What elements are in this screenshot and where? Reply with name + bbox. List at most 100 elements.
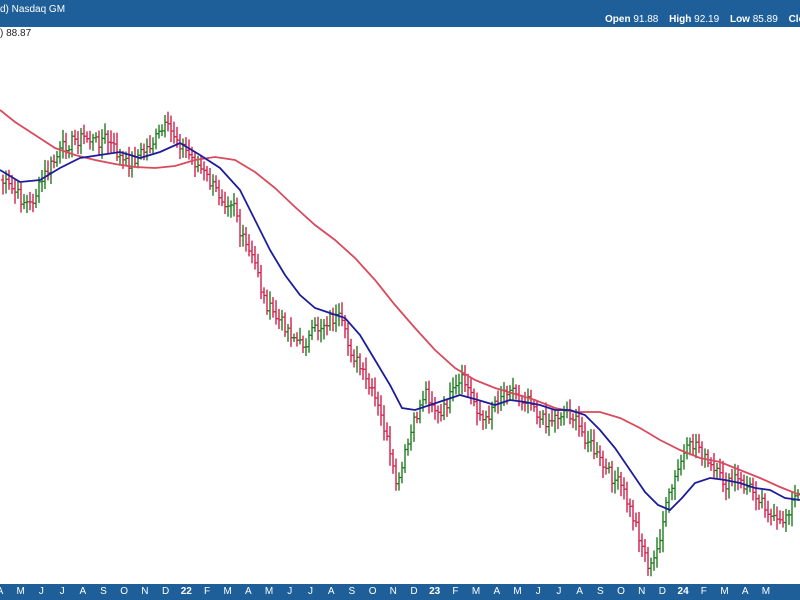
- price-bar-up: [298, 327, 302, 345]
- price-bar-down: [598, 445, 602, 467]
- x-tick-label: J: [287, 586, 293, 597]
- price-bar-up: [43, 159, 47, 189]
- price-bar-down: [700, 441, 704, 466]
- price-bar-down: [379, 395, 383, 426]
- x-tick-label: A: [245, 586, 252, 597]
- price-bar-up: [454, 374, 458, 395]
- price-bar-up: [229, 200, 233, 218]
- x-tick-label: F: [203, 586, 211, 597]
- price-bar-down: [625, 481, 629, 513]
- price-bar-down: [763, 493, 767, 518]
- price-bar-down: [295, 332, 299, 347]
- price-bar-down: [64, 132, 68, 159]
- price-bar-down: [277, 308, 281, 329]
- price-bar-down: [274, 300, 278, 325]
- price-bar-down: [604, 458, 608, 475]
- moving-average-short-line: [0, 141, 800, 512]
- price-bar-up: [334, 304, 338, 332]
- price-bar-down: [730, 468, 734, 487]
- price-bar-up: [151, 137, 155, 154]
- price-bar-down: [220, 189, 224, 207]
- high-value: 92.19: [694, 14, 720, 25]
- price-bar-down: [478, 401, 482, 421]
- price-bar-up: [154, 128, 158, 150]
- price-bar-up: [661, 511, 665, 553]
- price-bar-down: [751, 477, 755, 501]
- x-tick-label: 23: [429, 586, 441, 597]
- price-bar-up: [760, 490, 764, 509]
- x-tick-label: A: [741, 586, 749, 597]
- price-bar-down: [289, 317, 293, 347]
- price-bar-down: [634, 512, 638, 528]
- price-bar-down: [256, 253, 260, 278]
- price-bar-up: [286, 324, 290, 342]
- price-bar-down: [577, 406, 581, 437]
- price-bar-down: [427, 380, 431, 414]
- price-bar-down: [487, 405, 491, 424]
- price-bar-down: [361, 362, 365, 380]
- price-bar-down: [631, 499, 635, 531]
- price-bar-up: [79, 128, 83, 155]
- x-tick-label: N: [389, 586, 397, 597]
- price-bar-up: [61, 129, 65, 159]
- price-bar-down: [19, 182, 23, 213]
- price-bar-down: [472, 388, 476, 407]
- price-bar-up: [136, 149, 140, 169]
- price-bar-up: [307, 330, 311, 353]
- price-bar-up: [91, 133, 95, 151]
- price-bar-down: [172, 121, 176, 144]
- price-bar-down: [433, 397, 437, 420]
- price-bar-up: [787, 509, 791, 525]
- price-bar-down: [358, 353, 362, 376]
- price-bar-down: [463, 365, 467, 392]
- price-bar-down: [697, 433, 701, 454]
- price-bar-down: [628, 498, 632, 517]
- price-bar-down: [340, 302, 344, 327]
- price-bar-down: [106, 130, 110, 153]
- price-bar-down: [82, 124, 86, 145]
- price-bar-up: [457, 373, 461, 395]
- x-tick-label: S: [348, 586, 356, 597]
- price-bar-up: [103, 123, 107, 144]
- price-bar-up: [490, 401, 494, 430]
- price-bar-up: [403, 444, 407, 473]
- price-bar-up: [418, 399, 422, 424]
- price-bar-down: [754, 481, 758, 511]
- price-bar-down: [592, 429, 596, 460]
- price-bar-up: [694, 433, 698, 459]
- price-bar-up: [181, 138, 185, 158]
- price-bar-up: [685, 437, 689, 460]
- high-label: High: [669, 14, 692, 25]
- price-bar-down: [193, 151, 197, 177]
- price-bar-down: [619, 471, 623, 497]
- price-bar-down: [127, 146, 131, 177]
- price-chart: [0, 109, 800, 577]
- price-bar-down: [640, 533, 644, 557]
- price-bar-down: [706, 449, 710, 468]
- price-bar-down: [46, 160, 50, 181]
- price-bar-up: [682, 444, 686, 470]
- price-bar-down: [301, 335, 305, 353]
- price-bar-up: [397, 472, 401, 491]
- moving-average-long-line: [0, 109, 800, 496]
- price-bar-up: [664, 497, 668, 527]
- price-bar-down: [391, 449, 395, 474]
- price-bar-up: [727, 473, 731, 499]
- price-bar-down: [721, 460, 725, 492]
- price-bar-up: [784, 508, 788, 532]
- price-bar-up: [241, 224, 245, 247]
- price-bar-up: [409, 424, 413, 451]
- price-bar-down: [271, 297, 275, 318]
- price-bar-up: [268, 291, 272, 320]
- x-tick-label: N: [141, 586, 149, 597]
- price-bar-down: [1, 174, 5, 195]
- price-bar-up: [355, 345, 359, 373]
- price-bar-down: [223, 191, 227, 214]
- price-bar-up: [460, 364, 464, 395]
- x-tick-label: A: [576, 586, 583, 597]
- price-bar-down: [76, 131, 80, 154]
- price-bar-down: [571, 413, 575, 429]
- price-bar-up: [649, 557, 653, 577]
- price-bar-down: [475, 392, 479, 426]
- x-tick-label: M: [223, 586, 232, 597]
